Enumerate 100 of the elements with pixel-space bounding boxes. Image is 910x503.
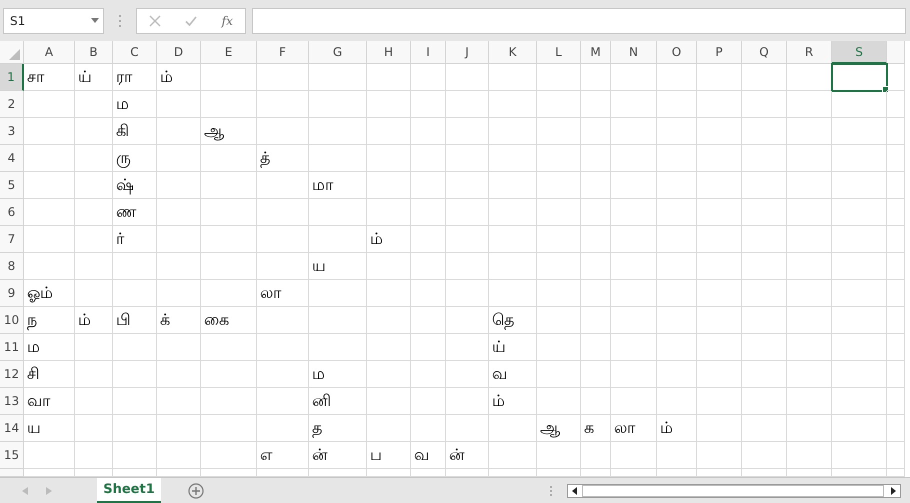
empty-cell[interactable] (787, 442, 832, 469)
empty-cell[interactable] (75, 415, 113, 442)
empty-cell[interactable] (887, 199, 905, 226)
empty-cell[interactable] (75, 199, 113, 226)
empty-cell[interactable] (411, 415, 446, 442)
empty-cell[interactable] (581, 145, 611, 172)
column-header[interactable]: I (411, 41, 446, 64)
column-header[interactable]: J (446, 41, 489, 64)
empty-cell[interactable] (201, 172, 257, 199)
empty-cell[interactable] (742, 118, 787, 145)
column-header[interactable]: F (257, 41, 309, 64)
empty-cell[interactable] (489, 145, 537, 172)
empty-cell[interactable] (75, 442, 113, 469)
empty-cell[interactable] (611, 442, 657, 469)
row-header[interactable]: 11 (0, 334, 24, 361)
empty-cell[interactable] (832, 334, 887, 361)
empty-cell[interactable] (611, 64, 657, 91)
empty-cell[interactable] (537, 388, 581, 415)
empty-cell[interactable] (832, 91, 887, 118)
empty-cell[interactable] (832, 388, 887, 415)
empty-cell[interactable] (309, 199, 367, 226)
empty-cell[interactable] (367, 280, 411, 307)
empty-cell[interactable] (75, 172, 113, 199)
empty-cell[interactable] (581, 388, 611, 415)
empty-cell[interactable] (742, 172, 787, 199)
empty-cell[interactable] (832, 226, 887, 253)
empty-cell[interactable] (201, 442, 257, 469)
column-header[interactable]: M (581, 41, 611, 64)
empty-cell[interactable] (411, 91, 446, 118)
empty-cell[interactable] (537, 253, 581, 280)
checkmark-icon[interactable] (185, 14, 198, 26)
empty-cell[interactable] (832, 199, 887, 226)
empty-cell[interactable] (411, 172, 446, 199)
empty-cell[interactable] (75, 91, 113, 118)
row-header[interactable]: 9 (0, 280, 24, 307)
empty-cell[interactable] (367, 253, 411, 280)
empty-cell[interactable] (697, 91, 742, 118)
empty-cell[interactable] (832, 253, 887, 280)
empty-cell[interactable] (489, 280, 537, 307)
empty-cell[interactable] (367, 64, 411, 91)
row-header[interactable]: 2 (0, 91, 24, 118)
scroll-left-icon[interactable] (22, 486, 28, 494)
empty-cell[interactable] (611, 253, 657, 280)
column-header[interactable]: N (611, 41, 657, 64)
empty-cell[interactable] (309, 307, 367, 334)
add-sheet-icon[interactable] (188, 482, 204, 498)
empty-cell[interactable] (787, 415, 832, 442)
empty-cell[interactable] (887, 334, 905, 361)
row-header[interactable]: 13 (0, 388, 24, 415)
empty-cell[interactable] (257, 226, 309, 253)
empty-cell[interactable] (581, 118, 611, 145)
empty-cell[interactable] (832, 280, 887, 307)
empty-cell[interactable] (446, 118, 489, 145)
empty-cell[interactable] (887, 118, 905, 145)
empty-cell[interactable] (201, 145, 257, 172)
empty-cell[interactable] (581, 442, 611, 469)
empty-cell[interactable] (537, 172, 581, 199)
row-header[interactable]: 7 (0, 226, 24, 253)
empty-cell[interactable] (257, 172, 309, 199)
empty-cell[interactable] (581, 64, 611, 91)
empty-cell[interactable] (411, 334, 446, 361)
column-header[interactable]: R (787, 41, 832, 64)
empty-cell[interactable] (489, 226, 537, 253)
empty-cell[interactable] (446, 172, 489, 199)
empty-cell[interactable] (411, 388, 446, 415)
empty-cell[interactable] (157, 226, 201, 253)
empty-cell[interactable] (201, 280, 257, 307)
empty-cell[interactable] (446, 280, 489, 307)
empty-cell[interactable] (697, 118, 742, 145)
empty-cell[interactable] (411, 118, 446, 145)
empty-cell[interactable] (309, 91, 367, 118)
column-header[interactable]: Q (742, 41, 787, 64)
empty-cell[interactable] (742, 415, 787, 442)
empty-cell[interactable] (367, 361, 411, 388)
empty-cell[interactable] (611, 145, 657, 172)
empty-cell[interactable] (787, 253, 832, 280)
empty-cell[interactable] (611, 199, 657, 226)
empty-cell[interactable] (367, 145, 411, 172)
empty-cell[interactable] (367, 334, 411, 361)
empty-cell[interactable] (113, 334, 157, 361)
empty-cell[interactable] (537, 199, 581, 226)
column-header[interactable]: O (657, 41, 697, 64)
column-header[interactable]: D (157, 41, 201, 64)
empty-cell[interactable] (581, 307, 611, 334)
empty-cell[interactable] (446, 334, 489, 361)
row-header[interactable]: 5 (0, 172, 24, 199)
empty-cell[interactable] (787, 334, 832, 361)
empty-cell[interactable] (201, 199, 257, 226)
empty-cell[interactable] (832, 145, 887, 172)
empty-cell[interactable] (309, 118, 367, 145)
empty-cell[interactable] (697, 145, 742, 172)
empty-cell[interactable] (611, 226, 657, 253)
empty-cell[interactable] (157, 442, 201, 469)
empty-cell[interactable] (489, 64, 537, 91)
empty-cell[interactable] (446, 415, 489, 442)
empty-cell[interactable] (697, 442, 742, 469)
empty-cell[interactable] (257, 91, 309, 118)
empty-cell[interactable] (201, 334, 257, 361)
empty-cell[interactable] (742, 253, 787, 280)
empty-cell[interactable] (489, 172, 537, 199)
